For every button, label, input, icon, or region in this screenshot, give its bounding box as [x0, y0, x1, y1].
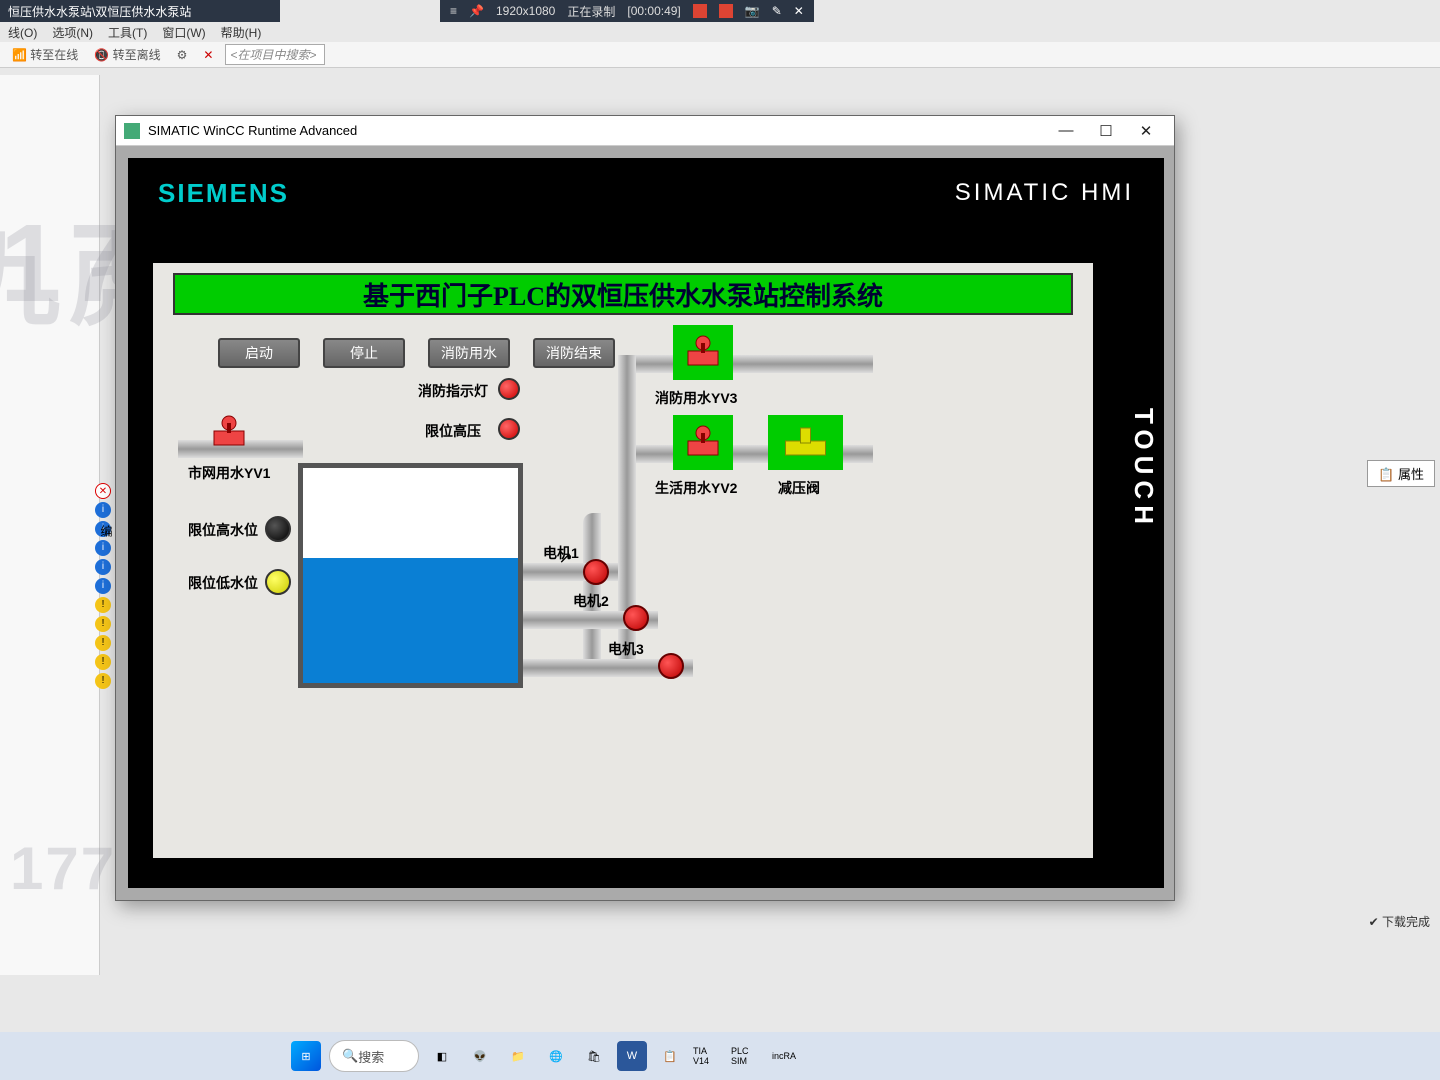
app-icon[interactable]: 📋 — [655, 1041, 685, 1071]
info-icon: i — [95, 578, 111, 594]
prv-label: 减压阀 — [778, 478, 820, 498]
word-icon[interactable]: W — [617, 1041, 647, 1071]
rec-status: 正在录制 — [567, 3, 615, 20]
incra-icon[interactable]: incRA — [769, 1041, 799, 1071]
stop-button[interactable]: 停止 — [323, 338, 405, 368]
taskview-icon[interactable]: ◧ — [427, 1041, 457, 1071]
touch-label: TOUCH — [1128, 408, 1159, 530]
valve-yv3-box — [673, 325, 733, 380]
warning-icon: ! — [95, 673, 111, 689]
info-icon: i — [95, 502, 111, 518]
minimize-button[interactable]: — — [1046, 122, 1086, 139]
lo-level-label: 限位低水位 — [188, 573, 258, 593]
windows-taskbar[interactable]: ⊞ 🔍 搜索 ◧ 👽 📁 🌐 🛍 W 📋 TIA V14 PLC SIM inc… — [0, 1032, 1440, 1080]
plcsim-icon[interactable]: PLC SIM — [731, 1041, 761, 1071]
hmi-screen: 基于西门子PLC的双恒压供水水泵站控制系统 启动 停止 消防用水 消防结束 消防… — [153, 263, 1093, 858]
tia-icon[interactable]: TIA V14 — [693, 1041, 723, 1071]
motor2-label: 电机2 — [573, 591, 609, 611]
maximize-button[interactable]: ☐ — [1086, 122, 1126, 140]
download-status: ✔ 下载完成 — [1369, 913, 1430, 930]
prv-box — [768, 415, 843, 470]
lo-level-lamp — [265, 569, 291, 595]
motor3-label: 电机3 — [608, 639, 644, 659]
siemens-logo: SIEMENS — [158, 178, 289, 209]
yv3-label: 消防用水YV3 — [655, 388, 737, 408]
motor3-lamp — [658, 653, 684, 679]
warning-icon: ! — [95, 654, 111, 670]
hi-level-lamp — [265, 516, 291, 542]
tia-menubar[interactable]: 线(O) 选项(N) 工具(T) 窗口(W) 帮助(H) — [0, 22, 269, 42]
motor2-lamp — [623, 605, 649, 631]
error-icon: ✕ — [95, 483, 111, 499]
yv1-label: 市网用水YV1 — [188, 463, 270, 483]
edit-pane-label: 编 — [98, 525, 115, 537]
valve-yv1-icon — [208, 413, 250, 453]
app-icon[interactable]: 👽 — [465, 1041, 495, 1071]
tia-toolbar: 📶 转至在线 📵 转至离线 ⚙ ✕ <在项目中搜索> — [0, 42, 1440, 68]
screen-recorder-bar: ≡ 📌 1920x1080 正在录制 [00:00:49] 📷 ✎ ✕ — [440, 0, 814, 22]
menu-window[interactable]: 窗口(W) — [162, 24, 205, 40]
yv2-label: 生活用水YV2 — [655, 478, 737, 498]
edge-icon[interactable]: 🌐 — [541, 1041, 571, 1071]
hi-level-label: 限位高水位 — [188, 520, 258, 540]
menu-options[interactable]: 选项(N) — [52, 24, 93, 40]
info-icon: i — [95, 540, 111, 556]
hmi-title-text: 基于西门子PLC的双恒压供水水泵站控制系统 — [363, 276, 883, 313]
fire-lamp — [498, 378, 520, 400]
tia-window-title: 恒压供水水泵站\双恒压供水水泵站 — [0, 0, 280, 22]
go-online-button[interactable]: 📶 转至在线 — [8, 44, 82, 65]
pin-icon[interactable]: 📌 — [469, 4, 484, 18]
hp-limit-lamp — [498, 418, 520, 440]
tank-water-level — [303, 558, 518, 683]
hmi-title-bar: 基于西门子PLC的双恒压供水水泵站控制系统 — [173, 273, 1073, 315]
toolbar-close-icon[interactable]: ✕ — [199, 46, 217, 64]
pipe — [633, 355, 873, 373]
valve-yv2-box — [673, 415, 733, 470]
store-icon[interactable]: 🛍 — [579, 1041, 609, 1071]
project-search-input[interactable]: <在项目中搜索> — [225, 44, 325, 65]
motor1-lamp — [583, 559, 609, 585]
start-button[interactable]: ⊞ — [291, 1041, 321, 1071]
motor1-label: 电机1 — [543, 543, 579, 563]
warning-icon: ! — [95, 597, 111, 613]
hmi-header: SIEMENS SIMATIC HMI — [158, 173, 1134, 213]
fire-water-button[interactable]: 消防用水 — [428, 338, 510, 368]
properties-tab[interactable]: 📋 属性 — [1367, 460, 1435, 487]
water-tank — [298, 463, 523, 688]
menu-tools[interactable]: 工具(T) — [108, 24, 147, 40]
prv-icon — [778, 423, 833, 463]
close-button[interactable]: ✕ — [794, 4, 804, 18]
warning-icon: ! — [95, 635, 111, 651]
fire-end-button[interactable]: 消防结束 — [533, 338, 615, 368]
menu-icon[interactable]: ≡ — [450, 4, 457, 18]
valve-yv3-icon — [682, 333, 724, 373]
runtime-app-icon — [124, 123, 140, 139]
hp-limit-label: 限位高压 — [425, 421, 481, 441]
valve-yv2-icon — [682, 423, 724, 463]
menu-help[interactable]: 帮助(H) — [221, 24, 262, 40]
hmi-panel-frame: SIEMENS SIMATIC HMI TOUCH 基于西门子PLC的双恒压供水… — [128, 158, 1164, 888]
warning-icon: ! — [95, 616, 111, 632]
message-icons: ✕ i i i i i ! ! ! ! ! — [95, 480, 115, 692]
edit-button[interactable]: ✎ — [772, 4, 782, 18]
start-button[interactable]: 启动 — [218, 338, 300, 368]
taskbar-search[interactable]: 🔍 搜索 — [329, 1040, 419, 1072]
screenshot-button[interactable]: 📷 — [745, 4, 760, 18]
wincc-runtime-window: SIMATIC WinCC Runtime Advanced — ☐ ✕ SIE… — [115, 115, 1175, 901]
rec-time: [00:00:49] — [627, 4, 680, 18]
stop-button[interactable] — [719, 4, 733, 18]
runtime-titlebar: SIMATIC WinCC Runtime Advanced — ☐ ✕ — [116, 116, 1174, 146]
runtime-title: SIMATIC WinCC Runtime Advanced — [148, 123, 1046, 138]
tia-left-panel — [0, 75, 100, 975]
simatic-hmi-label: SIMATIC HMI — [955, 179, 1134, 207]
go-offline-button[interactable]: 📵 转至离线 — [90, 44, 164, 65]
info-icon: i — [95, 559, 111, 575]
explorer-icon[interactable]: 📁 — [503, 1041, 533, 1071]
fire-lamp-label: 消防指示灯 — [418, 381, 488, 401]
rec-resolution: 1920x1080 — [496, 4, 555, 18]
toolbar-icon[interactable]: ⚙ — [173, 46, 192, 64]
close-button[interactable]: ✕ — [1126, 122, 1166, 140]
menu-online[interactable]: 线(O) — [8, 24, 37, 40]
pause-button[interactable] — [693, 4, 707, 18]
